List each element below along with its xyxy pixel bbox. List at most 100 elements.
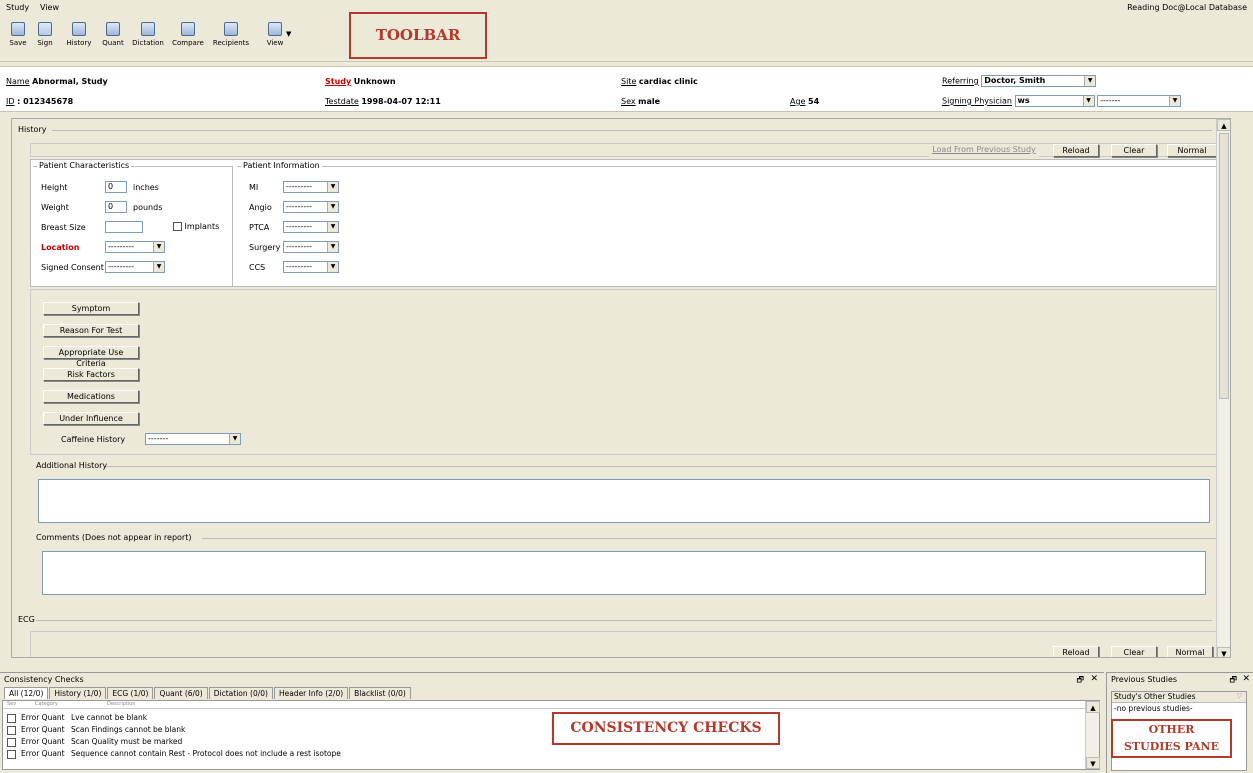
pin-icon[interactable]: 🗗 (1076, 674, 1084, 688)
save-button[interactable]: Save (6, 16, 30, 58)
signed-consent-select[interactable]: --------- ▼ (105, 261, 165, 273)
dictation-button[interactable]: Dictation (130, 16, 166, 58)
list-item[interactable]: Error Quant Lve cannot be blank (7, 713, 147, 723)
recipients-button[interactable]: Recipients (210, 16, 252, 58)
referring-select[interactable]: Doctor, Smith ▼ (981, 75, 1097, 87)
chevron-down-icon: ▼ (327, 242, 338, 252)
appropriate-use-criteria-button[interactable]: Appropriate Use Criteria (43, 346, 139, 368)
comments-textarea[interactable] (42, 551, 1206, 595)
row-checkbox[interactable] (7, 749, 16, 759)
caffeine-history-label: Caffeine History (61, 435, 126, 444)
risk-factors-button[interactable]: Risk Factors (43, 368, 139, 381)
chevron-down-icon: ▼ (327, 202, 338, 212)
additional-history-title: Additional History (34, 461, 110, 470)
compare-icon (181, 22, 195, 36)
other-studies-header[interactable]: Study's Other Studies ▽ (1112, 692, 1246, 703)
main-scrollbar[interactable]: ▲ ▼ (1216, 119, 1230, 657)
caffeine-history-select[interactable]: ------- ▼ (145, 433, 241, 445)
mi-select[interactable]: --------- ▼ (283, 181, 339, 193)
height-unit: inches (133, 183, 159, 192)
filter-icon[interactable]: ▽ (1237, 692, 1242, 700)
consistency-scrollbar[interactable]: ▲ ▼ (1085, 701, 1100, 769)
column-sev[interactable]: Sev (7, 701, 16, 707)
history-buttons-panel: Symptom Reason For Test Appropriate Use … (30, 289, 1218, 455)
save-icon (11, 22, 25, 36)
angio-select[interactable]: --------- ▼ (283, 201, 339, 213)
menu-study[interactable]: Study (6, 3, 29, 12)
ccs-select[interactable]: --------- ▼ (283, 261, 339, 273)
column-category[interactable]: Category (35, 701, 58, 707)
chevron-down-icon[interactable]: ▼ (286, 30, 291, 38)
ecg-normal-button[interactable]: Normal (1167, 646, 1213, 657)
reason-for-test-button[interactable]: Reason For Test (43, 324, 139, 337)
tab-all[interactable]: All (12/0) (4, 687, 49, 699)
breast-size-label: Breast Size (41, 223, 86, 232)
medications-button[interactable]: Medications (43, 390, 139, 403)
ecg-clear-button[interactable]: Clear (1111, 646, 1157, 657)
sign-button[interactable]: Sign (34, 16, 56, 58)
row-checkbox[interactable] (7, 725, 16, 735)
list-item[interactable]: Error Quant Scan Findings cannot be blank (7, 725, 185, 735)
history-clear-button[interactable]: Clear (1111, 144, 1157, 157)
row-checkbox[interactable] (7, 713, 16, 723)
implants-checkbox[interactable] (173, 222, 182, 231)
implants-field: Implants (173, 222, 219, 231)
quant-icon (106, 22, 120, 36)
history-reload-button[interactable]: Reload (1053, 144, 1099, 157)
surgery-select[interactable]: --------- ▼ (283, 241, 339, 253)
view-icon (268, 22, 282, 36)
scroll-down-icon[interactable]: ▼ (1217, 647, 1230, 657)
study-field: Study Unknown (325, 77, 396, 86)
compare-button[interactable]: Compare (170, 16, 206, 58)
scroll-down-icon[interactable]: ▼ (1086, 757, 1100, 769)
close-icon[interactable]: ✕ (1242, 674, 1250, 684)
chevron-down-icon: ▼ (327, 182, 338, 192)
close-icon[interactable]: ✕ (1090, 674, 1098, 684)
history-title: History (16, 125, 49, 134)
referring-field: Referring Doctor, Smith ▼ (942, 75, 1097, 87)
location-select[interactable]: --------- ▼ (105, 241, 165, 253)
list-item[interactable]: Error Quant Sequence cannot contain Rest … (7, 749, 341, 759)
ptca-label: PTCA (249, 223, 270, 232)
breast-size-input[interactable] (105, 221, 143, 233)
tab-dictation[interactable]: Dictation (0/0) (208, 687, 273, 699)
load-from-previous-button[interactable]: Load From Previous Study (929, 144, 1039, 157)
view-button[interactable]: View ▼ (258, 16, 292, 58)
height-label: Height (41, 183, 68, 192)
scroll-up-icon[interactable]: ▲ (1086, 701, 1100, 713)
scrollbar-thumb[interactable] (1219, 133, 1229, 399)
column-description[interactable]: Description (107, 701, 135, 707)
quant-button[interactable]: Quant (100, 16, 126, 58)
pin-icon[interactable]: 🗗 (1229, 674, 1237, 688)
signing-physician-select-2[interactable]: ------- ▼ (1097, 95, 1182, 107)
ptca-select[interactable]: --------- ▼ (283, 221, 339, 233)
ecg-title: ECG (16, 615, 37, 624)
patient-characteristics-group: Patient Characteristics Height 0 inches … (33, 161, 233, 286)
tab-blacklist[interactable]: Blacklist (0/0) (349, 687, 411, 699)
consistency-checks-title: Consistency Checks (4, 675, 84, 684)
additional-history-textarea[interactable] (38, 479, 1210, 523)
under-influence-button[interactable]: Under Influence (43, 412, 139, 425)
ecg-reload-button[interactable]: Reload (1053, 646, 1099, 657)
scroll-up-icon[interactable]: ▲ (1217, 119, 1230, 131)
history-button[interactable]: History (64, 16, 94, 58)
symptom-button[interactable]: Symptom (43, 302, 139, 315)
row-checkbox[interactable] (7, 737, 16, 747)
name-field: Name Abnormal, Study (6, 77, 108, 86)
tab-header-info[interactable]: Header Info (2/0) (273, 687, 349, 699)
weight-input[interactable]: 0 (105, 201, 127, 213)
no-previous-studies: -no previous studies- (1114, 704, 1193, 713)
signing-physician-select[interactable]: ws ▼ (1014, 95, 1095, 107)
mi-label: MI (249, 183, 259, 192)
chevron-down-icon: ▼ (229, 434, 240, 444)
tab-quant[interactable]: Quant (6/0) (154, 687, 208, 699)
height-input[interactable]: 0 (105, 181, 127, 193)
list-item[interactable]: Error Quant Scan Quality must be marked (7, 737, 182, 747)
chevron-down-icon: ▼ (327, 222, 338, 232)
tab-history[interactable]: History (1/0) (49, 687, 107, 699)
ccs-label: CCS (249, 263, 266, 272)
history-normal-button[interactable]: Normal (1167, 144, 1217, 157)
menu-view[interactable]: View (40, 3, 59, 12)
tab-ecg[interactable]: ECG (1/0) (107, 687, 154, 699)
weight-unit: pounds (133, 203, 163, 212)
